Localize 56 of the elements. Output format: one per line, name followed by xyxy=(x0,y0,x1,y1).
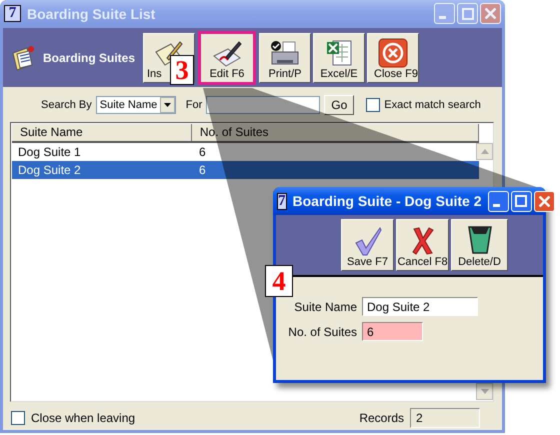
search-by-label: Search By xyxy=(41,99,92,112)
edit-pen-icon xyxy=(212,40,242,68)
list-row[interactable]: Dog Suite 2 6 xyxy=(12,161,479,180)
search-by-dropdown[interactable]: Suite Name xyxy=(96,96,176,114)
field-label: No. of Suites xyxy=(287,324,357,338)
table-cell-text: Dog Suite 2 xyxy=(17,162,82,180)
toolbar-button[interactable]: Excel/E xyxy=(313,32,365,83)
close-icon xyxy=(485,8,496,20)
minimize-icon xyxy=(492,204,500,206)
close-button[interactable] xyxy=(534,190,555,212)
close-icon xyxy=(538,196,550,206)
table-cell-text: 6 xyxy=(198,144,207,162)
scroll-down-button[interactable] xyxy=(476,383,493,400)
input-field[interactable]: 6 xyxy=(362,322,423,341)
window-title: Boarding Suite - Dog Suite 2 xyxy=(292,193,482,209)
search-field[interactable] xyxy=(206,96,320,114)
close-icon xyxy=(378,38,408,68)
toolbar-button[interactable]: Save F7 xyxy=(341,219,394,271)
minimize-icon xyxy=(439,16,446,20)
window-title: Boarding Suite List xyxy=(27,6,156,22)
close-when-leaving-label: Close when leaving xyxy=(31,411,136,426)
field-label: Suite Name xyxy=(293,300,357,314)
maximize-icon xyxy=(515,195,528,207)
toolbar-button[interactable]: Edit F6 xyxy=(198,30,256,85)
table-cell-text: 6 xyxy=(198,162,207,180)
step-number-tooltip: 3 xyxy=(170,55,194,85)
column-header[interactable]: No. of Suites xyxy=(192,124,479,142)
down-arrow-icon xyxy=(480,389,488,394)
exact-match-checkbox[interactable] xyxy=(366,98,380,112)
toolbar-button[interactable]: Delete/D xyxy=(451,219,508,271)
app-icon: 7 xyxy=(277,192,286,210)
maximize-icon xyxy=(462,8,474,20)
close-when-leaving-checkbox[interactable] xyxy=(11,411,25,426)
toolbar-button[interactable]: Print/P xyxy=(259,32,311,83)
for-label: For xyxy=(186,99,202,112)
documents-icon xyxy=(11,44,37,71)
go-button[interactable]: Go xyxy=(324,95,354,116)
records-label: Records xyxy=(359,411,404,426)
maximize-button[interactable] xyxy=(510,190,532,212)
input-field[interactable]: Dog Suite 2 xyxy=(362,297,478,316)
exact-match-label: Exact match search xyxy=(384,99,481,112)
cross-icon xyxy=(410,226,436,256)
up-arrow-icon xyxy=(480,149,488,154)
app-icon: 7 xyxy=(4,5,21,22)
minimize-button[interactable] xyxy=(488,190,509,212)
dropdown-arrow-icon xyxy=(164,103,171,108)
toolbar-button[interactable]: Close F9 xyxy=(367,32,419,83)
checkmark-icon xyxy=(352,226,382,256)
toolbar-button[interactable]: Cancel F8 xyxy=(396,219,449,271)
spreadsheet-icon xyxy=(325,38,353,68)
step-number-tooltip: 4 xyxy=(265,265,293,297)
column-header[interactable]: Suite Name xyxy=(12,124,192,142)
table-cell-text: Dog Suite 1 xyxy=(17,144,82,162)
trash-can-icon xyxy=(466,224,494,256)
records-count: 2 xyxy=(410,408,480,428)
section-title: Boarding Suites xyxy=(43,50,136,65)
